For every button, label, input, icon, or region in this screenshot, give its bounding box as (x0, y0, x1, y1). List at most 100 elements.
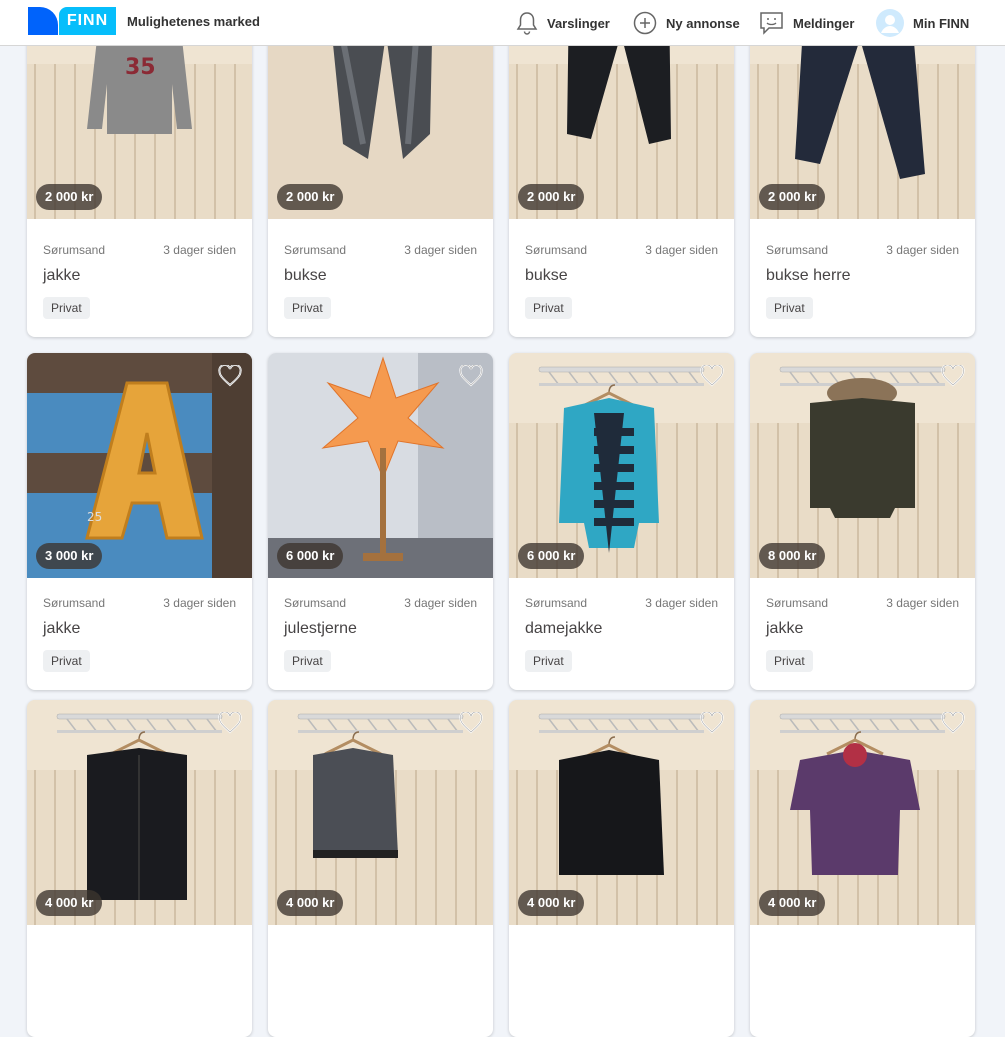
favorite-button[interactable] (215, 361, 245, 391)
listing-card[interactable]: 4 000 kr (509, 700, 734, 1037)
listing-title[interactable]: bukse (284, 267, 327, 285)
svg-text:25: 25 (87, 510, 102, 524)
favorite-button[interactable] (697, 708, 727, 738)
listing-card[interactable]: 4 000 kr (268, 700, 493, 1037)
listing-location: Sørumsand (284, 596, 347, 610)
listing-location: Sørumsand (525, 596, 588, 610)
listing-card[interactable]: 6 000 kr Sørumsand 3 dager siden julestjern… (268, 353, 493, 690)
listing-age: 3 dager siden (404, 596, 477, 610)
message-icon (760, 12, 783, 35)
listing-card[interactable]: 4 000 kr (750, 700, 975, 1037)
seller-type-badge: Privat (284, 297, 331, 319)
listing-meta: Sørumsand 3 dager siden (525, 243, 718, 257)
price-badge: 4 000 kr (759, 890, 826, 916)
avatar-icon (876, 9, 904, 37)
listing-title[interactable]: jakke (766, 620, 803, 638)
listing-card[interactable]: 25 3 000 kr Sørumsand 3 dager siden jakke Pri… (27, 353, 252, 690)
notifications-label: Varslinger (547, 15, 610, 31)
price-badge: 4 000 kr (36, 890, 103, 916)
price-badge: 2 000 kr (277, 184, 344, 210)
listing-title[interactable]: jakke (43, 267, 80, 285)
listing-image[interactable]: 6 000 kr (268, 353, 493, 578)
heart-icon (700, 365, 724, 387)
listing-meta: Sørumsand 3 dager siden (43, 596, 236, 610)
listing-meta: Sørumsand 3 dager siden (43, 243, 236, 257)
seller-type-badge: Privat (766, 297, 813, 319)
new-ad-label: Ny annonse (666, 15, 740, 31)
listing-card[interactable]: 35 2 000 kr Sørumsand 3 dager siden jakke Pri… (27, 0, 252, 337)
account-button[interactable]: Min FINN (876, 8, 969, 38)
favorite-button[interactable] (938, 361, 968, 391)
listing-image[interactable]: 6 000 kr (509, 353, 734, 578)
price-badge: 4 000 kr (518, 890, 585, 916)
finn-logo[interactable]: FINN (28, 7, 116, 35)
seller-type-badge: Privat (284, 650, 331, 672)
logo-text: FINN (59, 7, 116, 35)
price-badge: 2 000 kr (518, 184, 585, 210)
listing-title[interactable]: jakke (43, 620, 80, 638)
price-badge: 3 000 kr (36, 543, 103, 569)
new-ad-button[interactable]: Ny annonse (633, 8, 740, 38)
price-badge: 2 000 kr (36, 184, 103, 210)
seller-type-badge: Privat (525, 297, 572, 319)
listing-card[interactable]: 6 000 kr Sørumsand 3 dager siden damejakke P… (509, 353, 734, 690)
favorite-button[interactable] (938, 708, 968, 738)
price-badge: 6 000 kr (277, 543, 344, 569)
listing-location: Sørumsand (766, 243, 829, 257)
listing-card[interactable]: 2 000 kr Sørumsand 3 dager siden bukse herr… (750, 0, 975, 337)
listing-age: 3 dager siden (886, 243, 959, 257)
favorite-button[interactable] (697, 361, 727, 391)
heart-icon (459, 712, 483, 734)
price-badge: 2 000 kr (759, 184, 826, 210)
heart-icon (459, 365, 483, 387)
favorite-button[interactable] (215, 708, 245, 738)
seller-type-badge: Privat (43, 297, 90, 319)
listing-title[interactable]: bukse herre (766, 267, 851, 285)
heart-icon (700, 712, 724, 734)
listing-meta: Sørumsand 3 dager siden (284, 243, 477, 257)
listing-meta: Sørumsand 3 dager siden (525, 596, 718, 610)
listing-image[interactable]: 4 000 kr (27, 700, 252, 925)
price-badge: 6 000 kr (518, 543, 585, 569)
listing-title[interactable]: julestjerne (284, 620, 357, 638)
listing-card[interactable]: 8 000 kr Sørumsand 3 dager siden jakke Priva… (750, 353, 975, 690)
heart-icon (941, 712, 965, 734)
listing-image[interactable]: 25 3 000 kr (27, 353, 252, 578)
listing-card[interactable]: 2 000 kr Sørumsand 3 dager siden bukse Priva… (509, 0, 734, 337)
listing-image[interactable]: 4 000 kr (509, 700, 734, 925)
favorite-button[interactable] (456, 361, 486, 391)
listing-location: Sørumsand (766, 596, 829, 610)
tagline: Mulighetenes marked (127, 14, 260, 29)
messages-label: Meldinger (793, 15, 855, 31)
heart-icon (218, 365, 242, 387)
messages-button[interactable]: Meldinger (759, 8, 854, 38)
seller-type-badge: Privat (525, 650, 572, 672)
listing-location: Sørumsand (43, 596, 106, 610)
seller-type-badge: Privat (766, 650, 813, 672)
bell-icon (516, 12, 538, 35)
favorite-button[interactable] (456, 708, 486, 738)
listing-location: Sørumsand (525, 243, 588, 257)
listing-card[interactable]: 2 000 kr Sørumsand 3 dager siden bukse Priva… (268, 0, 493, 337)
listing-image[interactable]: 8 000 kr (750, 353, 975, 578)
listing-title[interactable]: damejakke (525, 620, 602, 638)
listing-card[interactable]: 4 000 kr (27, 700, 252, 1037)
seller-type-badge: Privat (43, 650, 90, 672)
listing-meta: Sørumsand 3 dager siden (284, 596, 477, 610)
listing-image[interactable]: 4 000 kr (750, 700, 975, 925)
notifications-button[interactable]: Varslinger (516, 8, 610, 38)
heart-icon (941, 365, 965, 387)
listing-age: 3 dager siden (163, 243, 236, 257)
listing-meta: Sørumsand 3 dager siden (766, 596, 959, 610)
listing-age: 3 dager siden (886, 596, 959, 610)
listing-image[interactable]: 4 000 kr (268, 700, 493, 925)
listing-location: Sørumsand (43, 243, 106, 257)
listing-grid: 35 2 000 kr Sørumsand 3 dager siden jakke Pri… (0, 0, 1005, 1037)
listing-age: 3 dager siden (645, 243, 718, 257)
listing-age: 3 dager siden (404, 243, 477, 257)
listing-meta: Sørumsand 3 dager siden (766, 243, 959, 257)
listing-title[interactable]: bukse (525, 267, 568, 285)
listing-age: 3 dager siden (163, 596, 236, 610)
heart-icon (218, 712, 242, 734)
top-navigation: FINN Mulighetenes marked Varslinger Ny a… (0, 0, 1005, 46)
